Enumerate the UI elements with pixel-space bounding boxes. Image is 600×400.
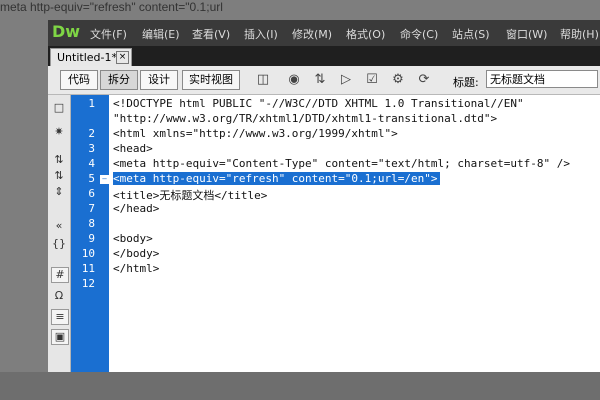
title-input[interactable]: 无标题文档 — [486, 70, 598, 88]
line-number: 8 — [88, 217, 95, 230]
document-toolbar: 代码 拆分 设计 实时视图 ◫ ◉ ⇅ ▷ ☑ ⚙ ⟳ 标题: 无标题文档 — [48, 66, 600, 95]
collapse-marker-icon[interactable]: − — [100, 175, 109, 184]
code-line: <meta http-equiv="Content-Type" content=… — [113, 157, 570, 170]
menu-help[interactable]: 帮助(H) — [560, 26, 599, 42]
line-number: 6 — [88, 187, 95, 200]
line-number: 11 — [81, 262, 95, 275]
code-line: </body> — [113, 247, 160, 260]
validate-icon[interactable]: ☑ — [362, 71, 382, 89]
collapse-full-tag-icon[interactable]: ⇅ — [51, 153, 67, 167]
menu-insert[interactable]: 插入(I) — [244, 26, 278, 42]
background-caption: meta http-equiv="refresh" content="0.1;u… — [0, 0, 223, 14]
split-view-button[interactable]: 拆分 — [100, 70, 138, 90]
menu-bar: Dw 文件(F) 编辑(E) 查看(V) 插入(I) 修改(M) 格式(O) 命… — [48, 20, 600, 46]
line-number: 10 — [81, 247, 95, 260]
code-editor[interactable]: <!DOCTYPE html PUBLIC "-//W3C//DTD XHTML… — [109, 95, 600, 372]
line-number: 7 — [88, 202, 95, 215]
code-line: <head> — [113, 142, 153, 155]
line-number: 12 — [81, 277, 95, 290]
code-line: </html> — [113, 262, 160, 275]
menu-file[interactable]: 文件(F) — [90, 26, 127, 42]
line-number: 4 — [88, 157, 95, 170]
expand-all-icon[interactable]: ⇕ — [51, 185, 67, 199]
balance-braces-icon[interactable]: {} — [51, 237, 67, 251]
dreamweaver-window: Dw 文件(F) 编辑(E) 查看(V) 插入(I) 修改(M) 格式(O) 命… — [48, 20, 600, 372]
code-line: <body> — [113, 232, 153, 245]
visual-aids-icon[interactable]: ▷ — [336, 71, 356, 89]
line-number: 1 — [88, 97, 95, 110]
code-view-button[interactable]: 代码 — [60, 70, 98, 90]
design-view-button[interactable]: 设计 — [140, 70, 178, 90]
open-documents-icon[interactable]: □ — [51, 101, 67, 115]
debug-icon[interactable]: ⇅ — [310, 71, 330, 89]
code-line: <title>无标题文档</title> — [113, 189, 268, 202]
document-tab-bar: Untitled-1* × — [48, 46, 600, 67]
line-number: 5 — [88, 172, 95, 185]
code-line: <!DOCTYPE html PUBLIC "-//W3C//DTD XHTML… — [113, 97, 524, 110]
document-tab-name: Untitled-1* — [57, 51, 117, 64]
live-view-button[interactable]: 实时视图 — [182, 70, 240, 90]
file-management-icon[interactable]: ◫ — [253, 71, 273, 89]
collapse-selection-icon[interactable]: ⇅ — [51, 169, 67, 183]
check-compat-icon[interactable]: ⚙ — [388, 71, 408, 89]
menu-view[interactable]: 查看(V) — [192, 26, 230, 42]
preview-browser-icon[interactable]: ◉ — [284, 71, 304, 89]
title-label: 标题: — [453, 76, 479, 89]
code-line: </head> — [113, 202, 160, 215]
menu-commands[interactable]: 命令(C) — [400, 26, 438, 42]
code-line: "http://www.w3.org/TR/xhtml1/DTD/xhtml1-… — [113, 112, 498, 125]
line-numbers-icon[interactable]: # — [51, 267, 69, 283]
document-tab[interactable]: Untitled-1* × — [50, 48, 132, 67]
highlight-invalid-icon[interactable]: Ω — [51, 289, 67, 303]
line-number-gutter: 1 2 3 4 5 6 7 8 9 10 11 12 − — [71, 95, 109, 372]
desktop-bottom — [0, 372, 600, 400]
menu-modify[interactable]: 修改(M) — [292, 26, 332, 42]
coding-toolbar: □ ✷ ⇅ ⇅ ⇕ « {} # Ω ≡ ▣ — [48, 95, 71, 372]
menu-format[interactable]: 格式(O) — [346, 26, 385, 42]
code-line: <html xmlns="http://www.w3.org/1999/xhtm… — [113, 127, 398, 140]
refresh-icon[interactable]: ⟳ — [414, 71, 434, 89]
syntax-coloring-icon[interactable]: ▣ — [51, 329, 69, 345]
menu-window[interactable]: 窗口(W) — [506, 26, 547, 42]
line-number: 3 — [88, 142, 95, 155]
menu-site[interactable]: 站点(S) — [452, 26, 490, 42]
menu-edit[interactable]: 编辑(E) — [142, 26, 180, 42]
line-number: 2 — [88, 127, 95, 140]
dw-logo: Dw — [52, 22, 81, 41]
select-parent-tag-icon[interactable]: « — [51, 219, 67, 233]
line-number: 9 — [88, 232, 95, 245]
show-code-navigator-icon[interactable]: ✷ — [51, 125, 67, 139]
close-icon[interactable]: × — [116, 51, 129, 64]
code-line-selected: <meta http-equiv="refresh" content="0.1;… — [113, 172, 440, 185]
word-wrap-icon[interactable]: ≡ — [51, 309, 69, 325]
